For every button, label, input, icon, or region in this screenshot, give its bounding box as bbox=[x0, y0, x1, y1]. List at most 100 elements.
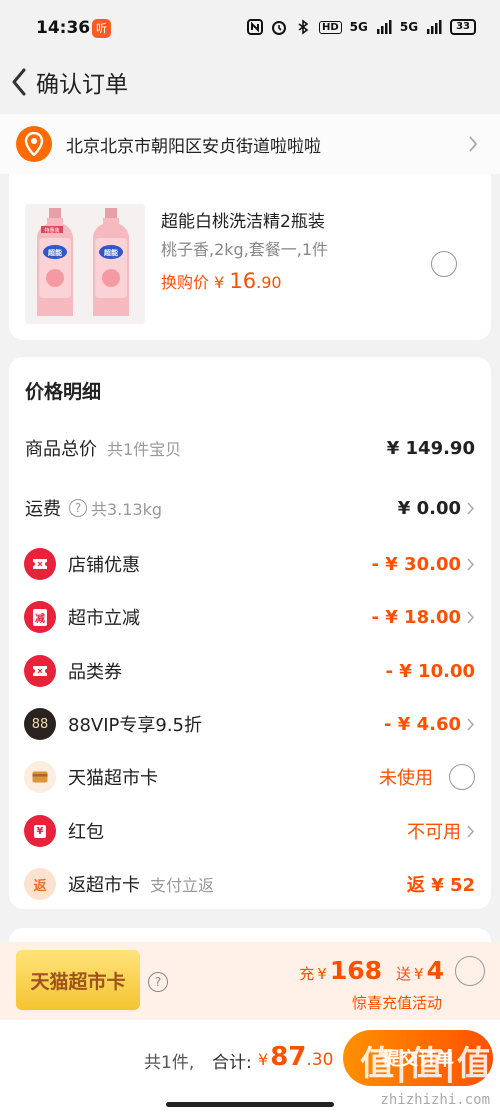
row-value: ¥ 0.00 bbox=[397, 497, 461, 519]
watermark-logo: 值|值|值 bbox=[360, 1044, 492, 1084]
charge-currency: ¥ bbox=[317, 965, 327, 983]
row-red-packet[interactable]: ¥ 红包 不可用 bbox=[9, 811, 491, 851]
row-label: 红包 bbox=[68, 822, 104, 843]
row-label: 超市立减 bbox=[68, 608, 140, 629]
row-value-wrap: - ¥ 4.60 bbox=[384, 714, 475, 735]
row-value: - ¥ 10.00 bbox=[385, 660, 475, 682]
price-details-title: 价格明细 bbox=[25, 381, 102, 403]
send-currency: ¥ bbox=[414, 965, 424, 983]
page-header: 确认订单 bbox=[0, 58, 500, 106]
tmall-card-badge[interactable]: 天猫超市卡 bbox=[16, 950, 140, 1010]
location-pin-icon bbox=[16, 126, 52, 162]
charge-label: 充 bbox=[299, 965, 315, 983]
product-name: 超能白桃洗洁精2瓶装 bbox=[161, 212, 325, 232]
recharge-activity-text: 惊喜充值活动 bbox=[351, 994, 442, 1012]
send-amount: 4 bbox=[426, 956, 444, 985]
chevron-right-icon bbox=[467, 824, 475, 838]
recharge-select-radio[interactable] bbox=[455, 956, 485, 986]
row-label: 天猫超市卡 bbox=[68, 768, 158, 789]
discount-icon-text: 减 bbox=[33, 608, 47, 626]
question-icon[interactable]: ? bbox=[148, 972, 168, 992]
back-button[interactable] bbox=[4, 60, 34, 104]
row-value-wrap: 不可用 bbox=[407, 818, 475, 844]
signal-icon bbox=[376, 20, 392, 34]
nfc-icon bbox=[247, 19, 263, 35]
chevron-right-icon bbox=[467, 717, 475, 731]
row-goods-total: 商品总价 共1件宝贝 ¥ 149.90 bbox=[9, 428, 491, 468]
red-packet-icon: ¥ bbox=[24, 815, 56, 847]
signal-icon-2 bbox=[427, 20, 442, 34]
cashback-icon: 返 bbox=[24, 868, 56, 900]
row-label: 运费 bbox=[25, 499, 61, 520]
row-value: 返 ¥ 52 bbox=[406, 875, 475, 896]
vip88-icon: 88 bbox=[24, 708, 56, 740]
product-card: 特惠装 超能 超能 超能白桃洗洁精2瓶装 桃子香,2kg,套餐一,1件 换购价 … bbox=[9, 174, 491, 340]
address-row[interactable]: 北京北京市朝阳区安贞街道啦啦啦 bbox=[0, 114, 500, 174]
row-label: 店铺优惠 bbox=[68, 555, 140, 576]
row-value: 未使用 bbox=[379, 768, 433, 789]
question-icon[interactable]: ? bbox=[69, 499, 87, 517]
bluetooth-icon bbox=[298, 19, 309, 35]
row-88vip[interactable]: 88 88VIP专享9.5折 - ¥ 4.60 bbox=[9, 704, 491, 744]
send-label: 送 bbox=[396, 965, 412, 983]
row-shop-discount[interactable]: 店铺优惠 - ¥ 30.00 bbox=[9, 544, 491, 584]
page-title: 确认订单 bbox=[36, 72, 128, 98]
product-select-radio[interactable] bbox=[431, 251, 457, 277]
row-value: - ¥ 18.00 bbox=[371, 606, 461, 628]
price-integer: 16 bbox=[229, 269, 257, 293]
row-value-wrap: ¥ 0.00 bbox=[398, 498, 475, 519]
product-price: 换购价 ¥ 16.90 bbox=[161, 269, 282, 293]
total-amount: ¥ 87.30 bbox=[258, 1042, 333, 1072]
alarm-icon bbox=[272, 21, 286, 35]
row-value: - ¥ 30.00 bbox=[371, 553, 461, 575]
recharge-offer: 充 ¥ 168 送 ¥ 4 bbox=[299, 956, 444, 985]
price-currency: ¥ bbox=[214, 273, 225, 292]
chevron-right-icon bbox=[467, 501, 475, 515]
chevron-right-icon bbox=[469, 136, 478, 152]
row-value-wrap: - ¥ 18.00 bbox=[372, 607, 475, 628]
row-value: 不可用 bbox=[407, 822, 461, 843]
status-icons: HD 5G 5G 33 bbox=[247, 19, 476, 35]
row-market-discount[interactable]: 减 超市立减 - ¥ 18.00 bbox=[9, 597, 491, 637]
row-label: 商品总价 bbox=[25, 439, 97, 460]
row-value: - ¥ 4.60 bbox=[384, 713, 461, 735]
price-label: 换购价 bbox=[161, 273, 210, 292]
row-label: 88VIP专享9.5折 bbox=[68, 715, 203, 736]
total-label: 合计: bbox=[212, 1053, 252, 1073]
address-text: 北京北京市朝阳区安贞街道啦啦啦 bbox=[66, 136, 321, 157]
signal-2-label: 5G bbox=[399, 20, 419, 34]
row-cashback-card: 返 返超市卡 支付立返 返 ¥ 52 bbox=[9, 864, 491, 904]
row-category-coupon[interactable]: 品类券 - ¥ 10.00 bbox=[9, 651, 491, 691]
image-tag-text: 特惠装 bbox=[44, 227, 59, 234]
product-spec: 桃子香,2kg,套餐一,1件 bbox=[161, 240, 329, 259]
total-currency: ¥ bbox=[258, 1050, 269, 1069]
total-decimal: .30 bbox=[306, 1050, 334, 1070]
ticket-icon bbox=[24, 655, 56, 687]
row-tmall-card[interactable]: 天猫超市卡 未使用 bbox=[9, 757, 491, 797]
price-details-card: 价格明细 商品总价 共1件宝贝 ¥ 149.90 运费 ? 共3.13kg ¥ … bbox=[9, 357, 491, 909]
total-integer: 87 bbox=[270, 1042, 307, 1072]
red-packet-icon-text: ¥ bbox=[33, 824, 47, 838]
row-sub: 支付立返 bbox=[150, 876, 215, 895]
status-bar: 14:36 听 HD 5G 5G 33 bbox=[0, 0, 500, 58]
row-label: 品类券 bbox=[68, 662, 122, 683]
chevron-right-icon bbox=[467, 610, 475, 624]
tmall-card-radio[interactable] bbox=[449, 764, 475, 790]
row-sub: 共3.13kg bbox=[91, 500, 163, 519]
chevron-right-icon bbox=[467, 557, 475, 571]
row-label: 返超市卡 bbox=[68, 875, 140, 896]
item-count: 共1件, bbox=[144, 1053, 195, 1073]
image-brand-text: 超能 bbox=[48, 248, 62, 257]
ticket-icon bbox=[24, 548, 56, 580]
home-indicator[interactable] bbox=[166, 1102, 334, 1107]
row-sub: 共1件宝贝 bbox=[107, 440, 182, 459]
product-image[interactable]: 特惠装 超能 超能 bbox=[25, 204, 145, 324]
charge-amount: 168 bbox=[329, 956, 383, 985]
row-shipping[interactable]: 运费 ? 共3.13kg ¥ 0.00 bbox=[9, 488, 491, 528]
discount-icon: 减 bbox=[24, 601, 56, 633]
hd-badge: HD bbox=[319, 20, 342, 34]
chevron-left-icon bbox=[12, 68, 26, 96]
row-value: ¥ 149.90 bbox=[386, 437, 475, 459]
signal-1-label: 5G bbox=[349, 20, 368, 34]
image-brand-text-2: 超能 bbox=[104, 248, 118, 257]
